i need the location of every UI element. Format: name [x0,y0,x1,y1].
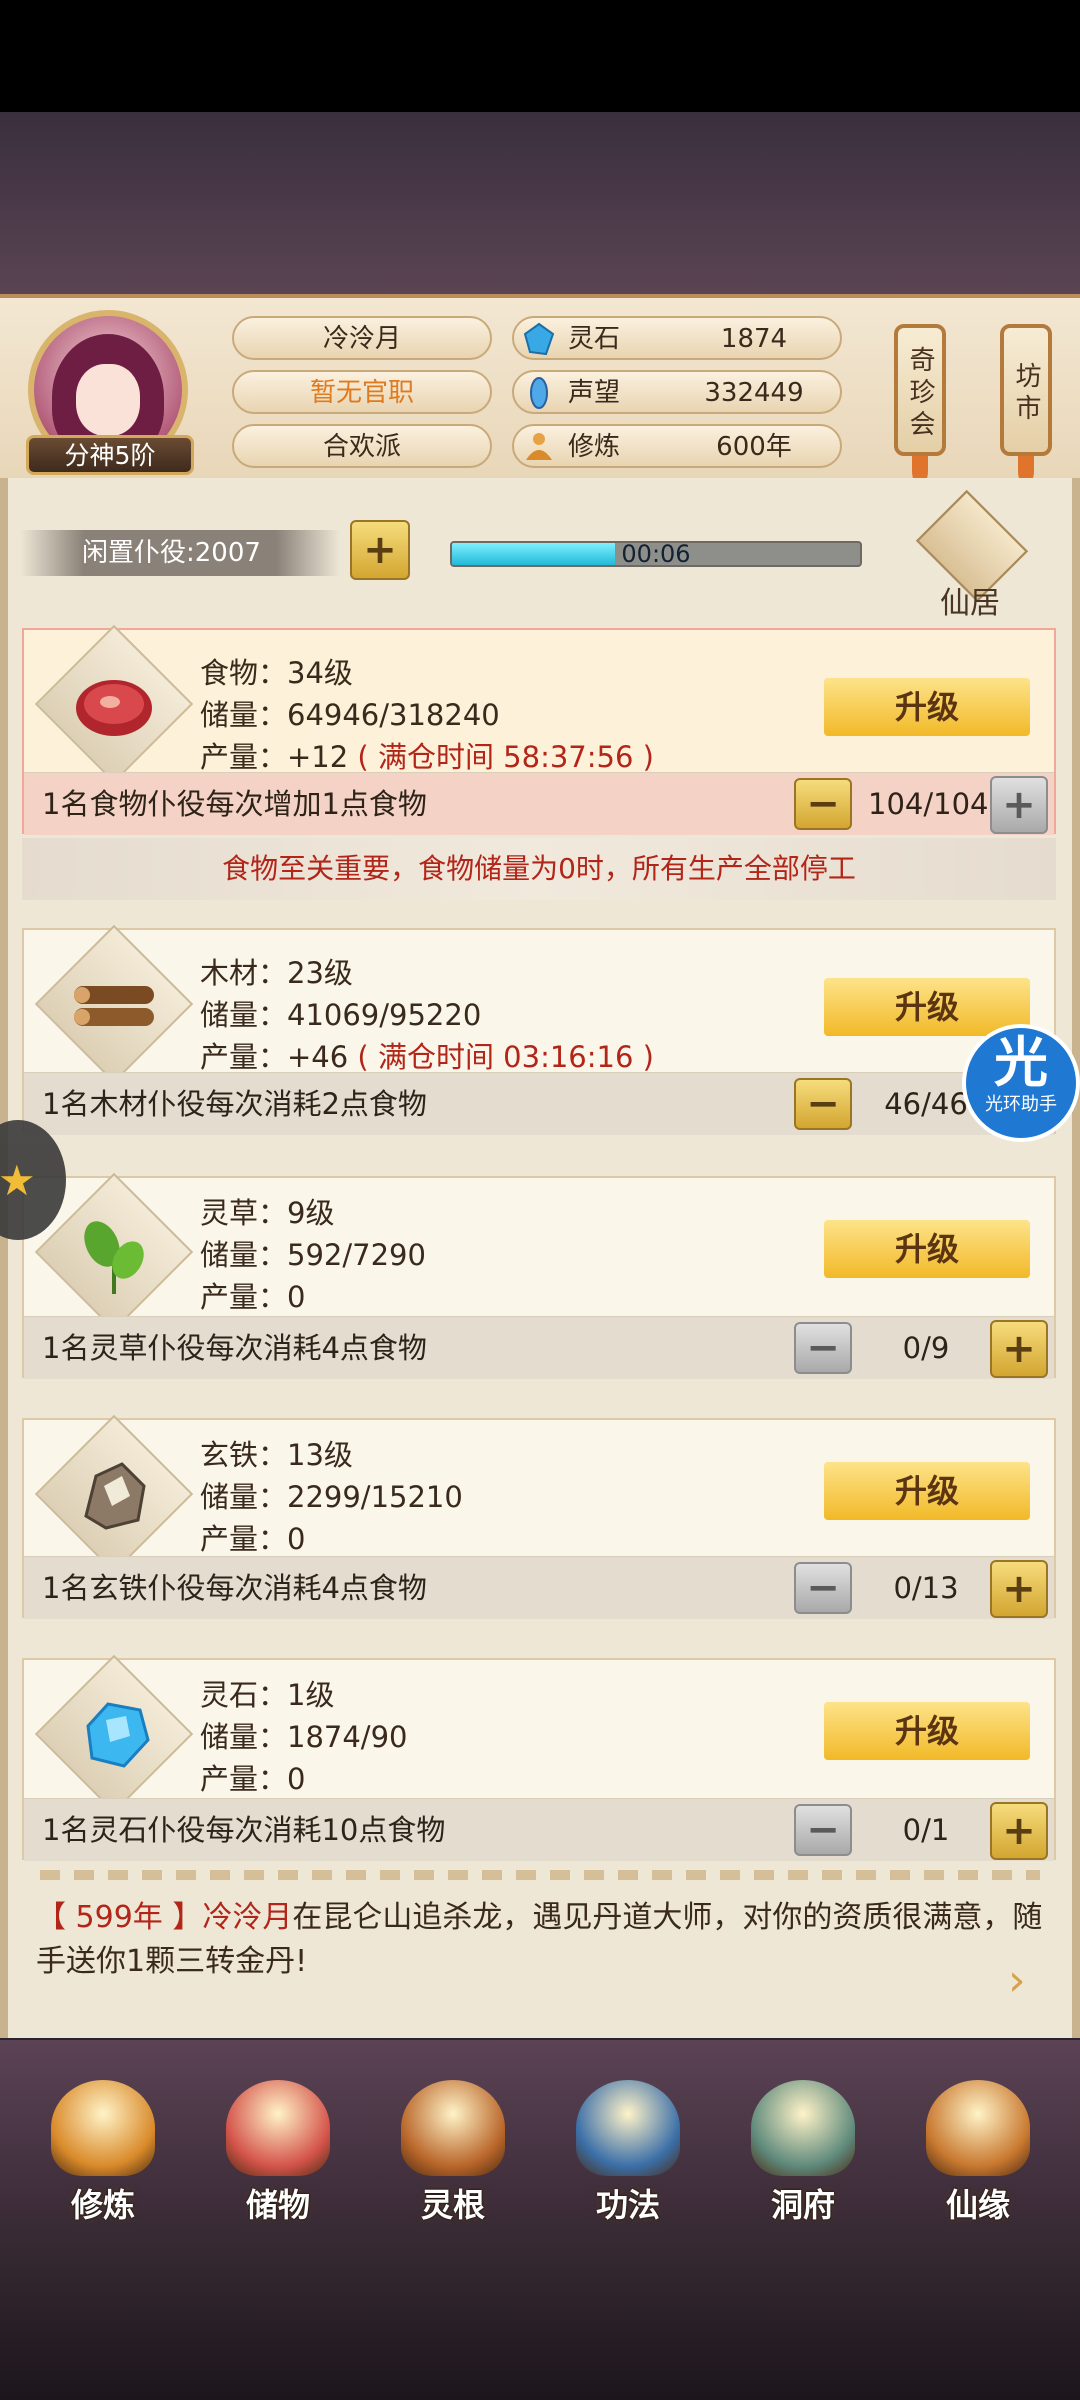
upgrade-iron-button[interactable]: 升级 [824,1462,1030,1520]
meat-icon [76,680,152,736]
event-divider [40,1870,1040,1880]
bottom-frame [0,2220,1080,2400]
wood-level: 木材：23级 [200,956,353,990]
food-output: 产量：+12 ( 满仓时间 58:37:56 ) [200,740,654,774]
player-header: 分神5阶 冷泠月 暂无官职 合欢派 灵石 1874 声望 332449 修炼 6… [0,294,1080,486]
nav-spirit-root[interactable]: 灵根 [378,2080,528,2224]
food-servant-desc: 1名食物仆役每次增加1点食物 [42,787,427,821]
nav-cultivate[interactable]: 修炼 [28,2080,178,2224]
wood-servant-row: 1名木材仆役每次消耗2点食物 − 46/46 [24,1072,1054,1135]
nav-cave[interactable]: 洞府 [728,2080,878,2224]
iron-servant-row: 1名玄铁仆役每次消耗4点食物 − 0/13 + [24,1556,1054,1619]
treasure-fair-button[interactable]: 奇珍会 [894,324,946,486]
idle-servants-label: 闲置仆役:2007 [20,530,340,576]
food-servant-count: 104/104 [868,787,989,821]
storage-bag-icon [226,2080,330,2176]
reputation-icon [530,377,548,409]
herb-level: 灵草：9级 [200,1196,335,1230]
spirit-stone-servant-desc: 1名灵石仆役每次消耗10点食物 [42,1813,446,1847]
spirit-stone-level: 灵石：1级 [200,1678,335,1712]
wood-minus-button[interactable]: − [794,1078,852,1130]
resource-card-wood: 木材：23级 储量：41069/95220 产量：+46 ( 满仓时间 03:1… [22,924,1056,1135]
iron-level: 玄铁：13级 [200,1438,353,1472]
residence-label[interactable]: 仙居 [910,578,1030,622]
add-servants-button[interactable]: + [350,520,410,580]
resource-card-spirit-stone: 灵石：1级 储量：1874/90 产量：0 升级 1名灵石仆役每次消耗10点食物… [22,1654,1056,1861]
food-plus-button[interactable]: + [990,776,1048,834]
resource-card-herb: 灵草：9级 储量：592/7290 产量：0 升级 1名灵草仆役每次消耗4点食物… [22,1172,1056,1379]
official-title[interactable]: 暂无官职 [232,370,492,414]
nav-storage[interactable]: 储物 [203,2080,353,2224]
iron-ore-icon [84,1462,146,1530]
food-servant-row: 1名食物仆役每次增加1点食物 − 104/104 + [24,772,1054,835]
sect-name: 合欢派 [232,424,492,468]
spirit-stone-servant-row: 1名灵石仆役每次消耗10点食物 − 0/1 + [24,1798,1054,1861]
spirit-stone-storage: 储量：1874/90 [200,1720,408,1754]
food-warning: 食物至关重要，食物储量为0时，所有生产全部停工 [22,838,1056,900]
herb-leaf-icon [84,1221,144,1294]
cultivation-resource: 修炼 600年 [512,424,842,468]
wood-storage: 储量：41069/95220 [200,998,482,1032]
spirit-stone-minus-button[interactable]: − [794,1804,852,1856]
nav-fate[interactable]: 仙缘 [903,2080,1053,2224]
spirit-stone-servant-count: 0/1 [902,1813,950,1847]
spirit-stone-crystal-icon [86,1702,150,1768]
herb-servant-count: 0/9 [902,1331,950,1365]
herb-plus-button[interactable]: + [990,1320,1048,1378]
nav-technique[interactable]: 功法 [553,2080,703,2224]
resource-card-iron: 玄铁：13级 储量：2299/15210 产量：0 升级 1名玄铁仆役每次消耗4… [22,1414,1056,1619]
iron-output: 产量：0 [200,1522,306,1556]
cave-gate-icon [751,2080,855,2176]
herb-servant-row: 1名灵草仆役每次消耗4点食物 − 0/9 + [24,1316,1054,1379]
cultivate-icon [51,2080,155,2176]
spirit-root-icon [401,2080,505,2176]
event-log: 【 599年 】冷泠月在昆仑山追杀龙，遇见丹道大师，对你的资质很满意，随手送你1… [36,1900,1043,1979]
upgrade-food-button[interactable]: 升级 [824,678,1030,736]
herb-minus-button[interactable]: − [794,1322,852,1374]
iron-plus-button[interactable]: + [990,1560,1048,1618]
iron-storage: 储量：2299/15210 [200,1480,463,1514]
servant-timer-bar: 00:06 [450,541,862,567]
bottom-nav: 修炼 储物 灵根 功法 洞府 仙缘 [0,2040,1080,2224]
iron-minus-button[interactable]: − [794,1562,852,1614]
timer-text: 00:06 [621,541,691,567]
food-storage: 储量：64946/318240 [200,698,500,732]
iron-servant-count: 0/13 [893,1571,959,1605]
upgrade-spirit-stone-button[interactable]: 升级 [824,1702,1030,1760]
gourd-icon [926,2080,1030,2176]
wood-logs-icon [74,986,154,1026]
food-minus-button[interactable]: − [794,778,852,830]
wood-servant-desc: 1名木材仆役每次消耗2点食物 [42,1087,427,1121]
player-name: 冷泠月 [232,316,492,360]
wood-output: 产量：+46 ( 满仓时间 03:16:16 ) [200,1040,654,1074]
top-decor-band [0,112,1080,294]
rank-badge: 分神5阶 [26,435,194,475]
upgrade-herb-button[interactable]: 升级 [824,1220,1030,1278]
cultivation-icon [526,433,552,460]
helper-app-badge[interactable]: 光 光环助手 [962,1024,1080,1142]
spirit-stone-output: 产量：0 [200,1762,306,1796]
spirit-stone-plus-button[interactable]: + [990,1802,1048,1860]
market-button[interactable]: 坊市 [1000,324,1052,486]
herb-output: 产量：0 [200,1280,306,1314]
iron-servant-desc: 1名玄铁仆役每次消耗4点食物 [42,1571,427,1605]
herb-servant-desc: 1名灵草仆役每次消耗4点食物 [42,1331,427,1365]
herb-storage: 储量：592/7290 [200,1238,426,1272]
spirit-stone-icon [523,322,555,356]
spirit-stone-resource: 灵石 1874 [512,316,842,360]
next-event-arrow-icon[interactable]: › [1008,1955,1048,2006]
food-level: 食物：34级 [200,656,353,690]
reputation-resource: 声望 332449 [512,370,842,414]
technique-book-icon [576,2080,680,2176]
resource-card-food: 食物：34级 储量：64946/318240 产量：+12 ( 满仓时间 58:… [22,624,1056,835]
status-bar-area [0,0,1080,112]
